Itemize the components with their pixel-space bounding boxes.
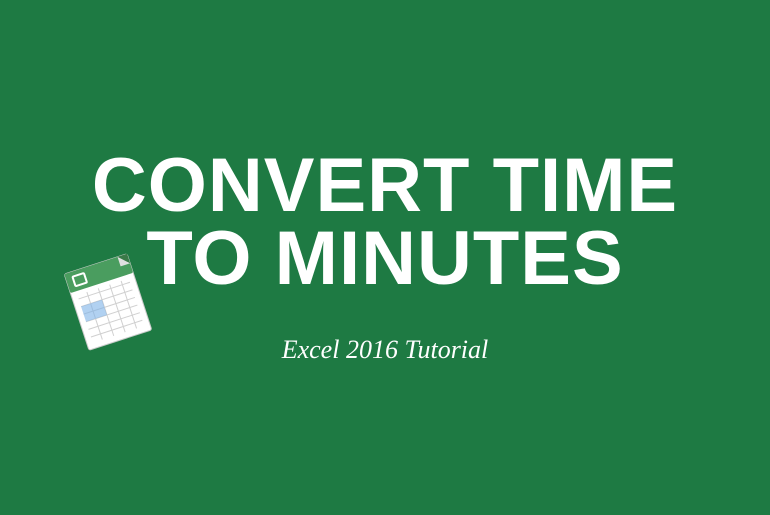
main-title: CONVERT TIME TO MINUTES (60, 150, 710, 294)
subtitle: Excel 2016 Tutorial (282, 335, 489, 365)
